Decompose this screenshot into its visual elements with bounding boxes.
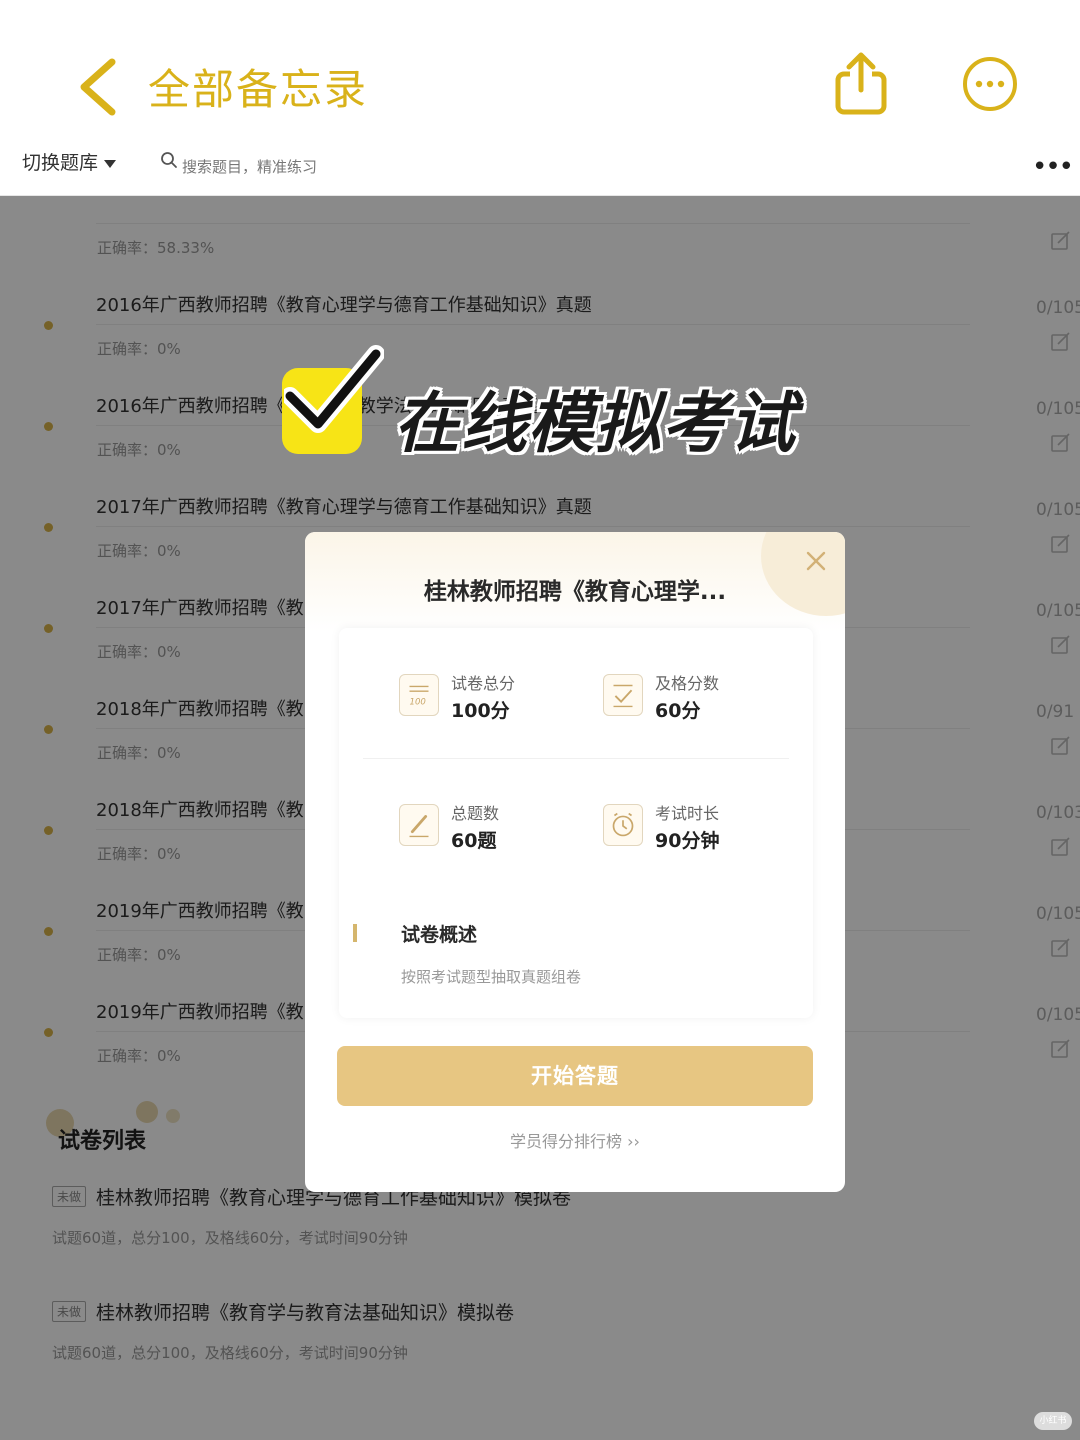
stat-total-score: 100 试卷总分 100分 (399, 670, 599, 730)
promo-text: 在线模拟考试 (394, 385, 796, 462)
divider (363, 758, 789, 759)
notes-folder-title[interactable]: 全部备忘录 (148, 56, 368, 117)
share-icon[interactable] (832, 50, 892, 116)
modal-title: 桂林教师招聘《教育心理学... (423, 579, 727, 605)
score-sheet-icon: 100 (399, 674, 439, 716)
stat-label: 试卷总分 (451, 674, 516, 693)
more-circle-icon[interactable] (962, 56, 1018, 112)
pass-check-icon (603, 674, 643, 716)
stat-label: 总题数 (451, 804, 500, 823)
pencil-icon (399, 804, 439, 846)
svg-text:100: 100 (410, 698, 427, 708)
overview-description: 按照考试题型抽取真题组卷 (401, 968, 582, 986)
stat-question-count: 总题数 60题 (399, 800, 599, 860)
stat-value: 60题 (451, 830, 497, 852)
stat-value: 60分 (655, 700, 701, 722)
overview-title: 试卷概述 (401, 924, 478, 946)
alarm-clock-icon (603, 804, 643, 846)
leaderboard-link[interactable]: 学员得分排行榜 ›› (305, 1128, 845, 1152)
stat-value: 90分钟 (655, 830, 720, 852)
stat-pass-score: 及格分数 60分 (603, 670, 803, 730)
notes-nav-bar: 全部备忘录 (0, 0, 1080, 134)
start-exam-button[interactable]: 开始答题 (337, 1046, 813, 1106)
chevron-left-icon[interactable] (72, 52, 132, 122)
close-icon[interactable] (805, 550, 827, 572)
exam-stats-card: 100 试卷总分 100分 及格分数 60分 总题数 60题 考试时长 90分钟 (339, 628, 813, 1018)
stat-label: 及格分数 (655, 674, 720, 693)
stat-duration: 考试时长 90分钟 (603, 800, 803, 860)
exam-info-modal: 桂林教师招聘《教育心理学... 100 试卷总分 100分 及格分数 60分 总… (305, 532, 845, 1192)
watermark: 小红书 (1034, 1412, 1072, 1430)
checkmark-icon (284, 345, 384, 433)
stat-value: 100分 (451, 700, 510, 722)
section-marker (353, 924, 357, 942)
stat-label: 考试时长 (655, 804, 720, 823)
